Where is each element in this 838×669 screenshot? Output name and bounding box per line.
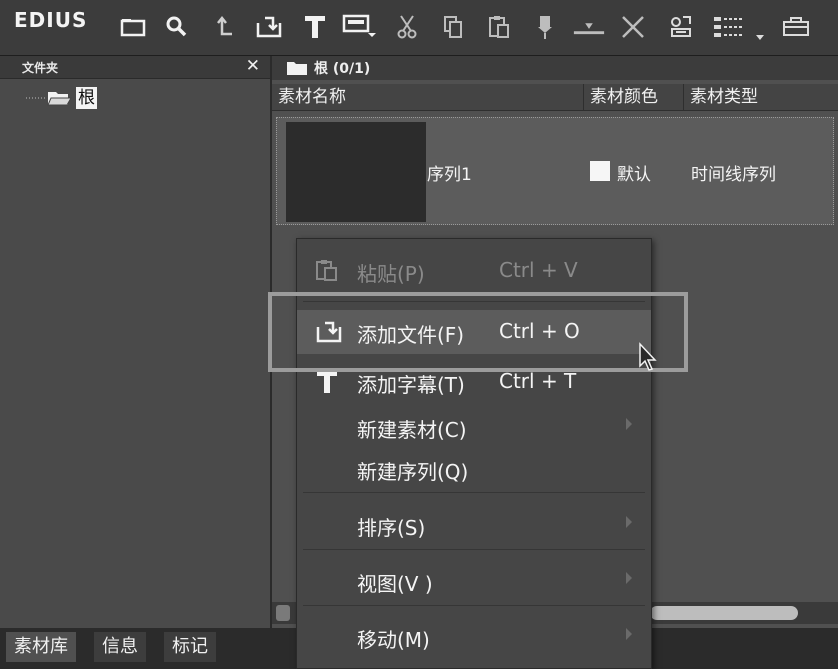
tab-markers[interactable]: 标记 [164,632,216,662]
insert-to-timeline-icon[interactable] [572,10,606,44]
menu-item-new-sequence[interactable]: 新建序列(Q) [297,447,651,491]
menu-item-new-clip[interactable]: 新建素材(C) [297,405,651,449]
settings-icon[interactable] [778,10,814,44]
view-icon[interactable] [710,10,770,44]
menu-item-sort[interactable]: 排序(S) [297,503,651,547]
menu-separator [303,605,645,606]
cut-icon[interactable] [390,10,424,44]
menu-item-shortcut: Ctrl + V [499,258,578,282]
column-headers: 素材名称 素材颜色 素材类型 [272,84,838,111]
clip-thumbnail [286,122,426,222]
folder-icon [287,62,307,75]
submenu-arrow-icon [626,516,632,528]
column-header-name[interactable]: 素材名称 [272,84,584,110]
tree-item-root[interactable]: 根 [26,86,97,110]
paste-icon[interactable] [482,10,516,44]
menu-item-move[interactable]: 移动(M) [297,615,651,659]
menu-item-label: 新建素材(C) [357,418,467,442]
copy-icon[interactable] [436,10,470,44]
column-header-type[interactable]: 素材类型 [684,84,838,110]
folder-panel-title: 文件夹 [22,61,59,75]
mouse-cursor-icon [639,342,657,371]
menu-item-label: 移动(M) [357,628,430,652]
column-header-color[interactable]: 素材颜色 [584,84,684,110]
up-level-icon[interactable] [208,10,242,44]
menu-item-shortcut: Ctrl + T [499,369,577,393]
delete-icon[interactable] [616,10,650,44]
menu-item-label: 排序(S) [357,516,426,540]
paste-icon [316,260,337,281]
scroll-left-icon[interactable] [276,605,290,621]
scrollbar-thumb[interactable] [650,606,798,620]
bin-path-title: 根 (0/1) [314,61,371,77]
open-folder-icon [47,92,72,106]
folder-panel-header: 文件夹 ✕ [0,56,270,79]
menu-item-label: 视图(V ) [357,572,433,596]
add-title-icon [317,371,337,393]
clip-name: 序列1 [427,165,472,185]
folder-panel: 文件夹 ✕ 根 [0,56,272,628]
bin-panel-header: 根 (0/1) [272,56,838,80]
tree-line-icon [26,97,46,99]
tab-bin[interactable]: 素材库 [6,632,76,662]
tree-item-label: 根 [76,87,97,109]
highlight-frame [268,292,688,372]
close-icon[interactable]: ✕ [246,56,260,76]
app-logo: EDIUS [14,8,88,32]
clip-row[interactable]: 序列1 默认 时间线序列 [276,117,834,225]
submenu-arrow-icon [626,572,632,584]
menu-item-view[interactable]: 视图(V ) [297,559,651,603]
search-icon[interactable] [160,10,194,44]
properties-icon[interactable] [664,10,698,44]
add-file-icon[interactable] [252,10,286,44]
add-clip-icon[interactable] [342,10,376,44]
add-title-icon[interactable] [298,10,332,44]
submenu-arrow-icon [626,418,632,430]
submenu-arrow-icon [626,628,632,640]
menu-item-label: 粘贴(P) [357,262,425,286]
menu-item-label: 新建序列(Q) [357,460,469,484]
menu-separator [303,549,645,550]
toolbar: EDIUS [0,0,838,56]
add-to-timeline-icon[interactable] [528,10,562,44]
menu-item-label: 添加字幕(T) [357,373,465,397]
menu-item-paste[interactable]: 粘贴(P) Ctrl + V [297,249,651,293]
clip-color-name: 默认 [617,165,651,185]
menu-separator [303,492,645,493]
clip-type: 时间线序列 [691,165,776,185]
new-folder-icon[interactable] [116,10,150,44]
clip-color-swatch [590,161,610,181]
tab-info[interactable]: 信息 [94,632,146,662]
